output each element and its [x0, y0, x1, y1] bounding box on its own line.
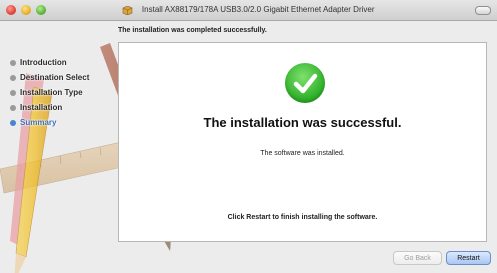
- step-label: Introduction: [20, 58, 67, 67]
- step-summary: Summary: [10, 115, 89, 130]
- step-label: Destination Select: [20, 73, 90, 82]
- summary-panel: The installation was successful. The sof…: [118, 42, 487, 242]
- success-message: The software was installed.: [260, 150, 345, 157]
- installer-window: Install AX88179/178A USB3.0/2.0 Gigabit …: [0, 0, 497, 273]
- step-label: Installation Type: [20, 88, 83, 97]
- step-bullet-icon: [10, 59, 16, 66]
- go-back-button[interactable]: Go Back: [393, 251, 442, 265]
- step-label: Installation: [20, 103, 63, 112]
- step-bullet-icon: [10, 104, 16, 111]
- restart-button[interactable]: Restart: [446, 251, 491, 265]
- restart-instruction: Click Restart to finish installing the s…: [227, 214, 378, 221]
- steps-sidebar: Introduction Destination Select Installa…: [10, 55, 89, 130]
- step-destination-select: Destination Select: [10, 70, 89, 85]
- step-bullet-icon: [10, 89, 16, 96]
- step-installation: Installation: [10, 100, 89, 115]
- step-bullet-icon: [10, 74, 16, 81]
- step-introduction: Introduction: [10, 55, 89, 70]
- step-installation-type: Installation Type: [10, 85, 89, 100]
- success-heading: The installation was successful.: [203, 115, 402, 130]
- step-bullet-icon: [10, 119, 16, 126]
- toolbar-toggle-button[interactable]: [475, 6, 491, 15]
- window-title-area: Install AX88179/178A USB3.0/2.0 Gigabit …: [0, 0, 497, 20]
- title-bar[interactable]: Install AX88179/178A USB3.0/2.0 Gigabit …: [0, 0, 497, 21]
- checkmark-icon: [285, 63, 325, 103]
- window-title: Install AX88179/178A USB3.0/2.0 Gigabit …: [141, 5, 375, 14]
- step-label: Summary: [20, 118, 57, 127]
- step-subtitle: The installation was completed successfu…: [118, 27, 267, 34]
- package-icon: [123, 5, 133, 15]
